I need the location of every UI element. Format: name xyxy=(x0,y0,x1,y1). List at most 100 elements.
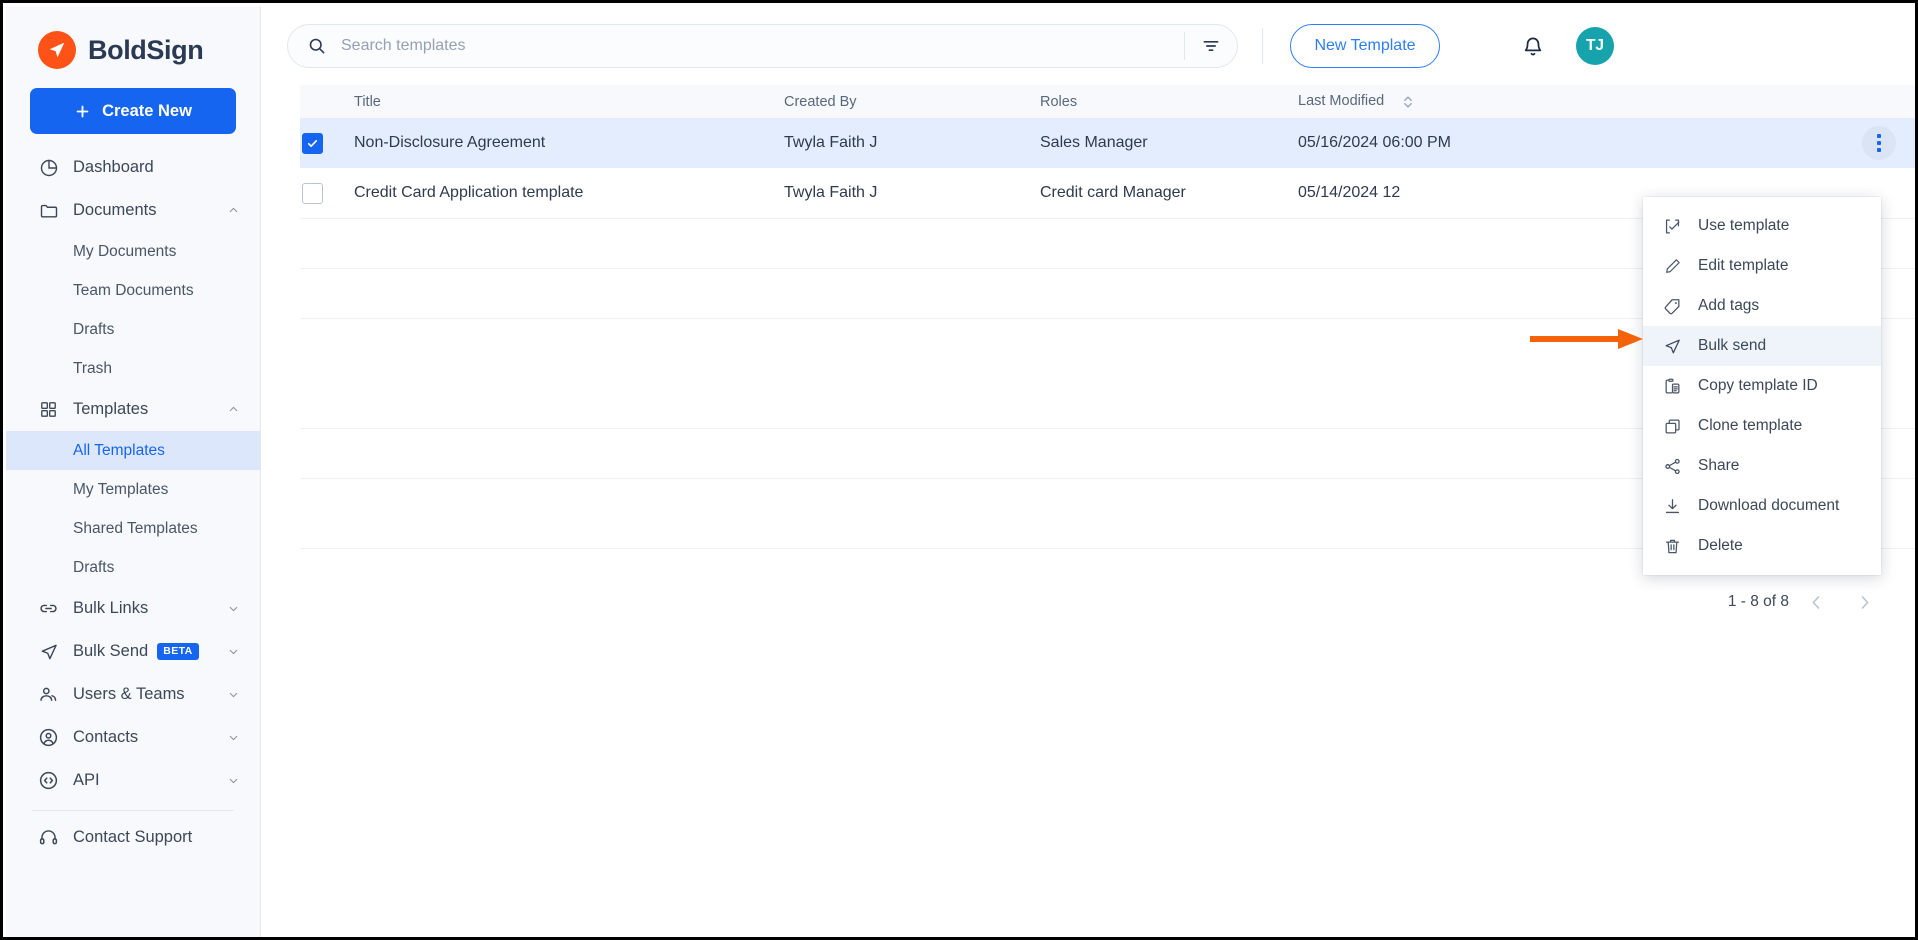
search-input[interactable] xyxy=(341,36,1184,55)
sidebar-item-my-templates[interactable]: My Templates xyxy=(6,470,260,509)
dot xyxy=(1877,141,1881,145)
menu-item-copy-template-id[interactable]: Copy template ID xyxy=(1643,366,1881,406)
cell-title: Credit Card Application template xyxy=(354,184,584,201)
annotation-arrow xyxy=(1530,329,1643,349)
sidebar-item-label: Users & Teams xyxy=(73,685,185,703)
tag-icon xyxy=(1662,296,1683,317)
sidebar-item-label: Bulk Send xyxy=(73,642,149,660)
menu-item-label: Add tags xyxy=(1698,297,1760,314)
pencil-icon xyxy=(1662,256,1683,277)
chevron-down-icon xyxy=(226,688,240,702)
menu-item-bulk-send[interactable]: Bulk send xyxy=(1643,326,1881,366)
pagination-range: 1 - 8 of 8 xyxy=(1727,593,1789,610)
cell-created-by: Twyla Faith J xyxy=(784,184,878,201)
menu-item-clone-template[interactable]: Clone template xyxy=(1643,406,1881,446)
row-checkbox[interactable] xyxy=(302,132,323,154)
menu-item-label: Share xyxy=(1698,457,1740,474)
sidebar-item-documents[interactable]: Documents xyxy=(6,189,260,232)
avatar-initials: TJ xyxy=(1585,36,1605,54)
sidebar-item-label: Templates xyxy=(73,400,149,418)
chevron-down-icon xyxy=(226,731,240,745)
search-icon xyxy=(306,35,328,57)
sidebar-nav: Dashboard Documents My Documents Team Do… xyxy=(6,146,260,937)
app-window: BoldSign Create New Dashboard Documents … xyxy=(0,0,1918,940)
menu-item-use-template[interactable]: Use template xyxy=(1643,206,1881,246)
sidebar-item-templates-drafts[interactable]: Drafts xyxy=(6,548,260,587)
chevron-down-icon xyxy=(226,645,240,659)
sidebar-item-label: Bulk Links xyxy=(73,599,149,617)
dot xyxy=(1877,134,1881,138)
filter-icon[interactable] xyxy=(1185,25,1237,67)
sidebar-item-users-teams[interactable]: Users & Teams xyxy=(6,673,260,716)
sidebar-item-documents-drafts[interactable]: Drafts xyxy=(6,310,260,349)
chevron-up-icon xyxy=(226,204,240,218)
folder-icon xyxy=(37,199,60,222)
sidebar-sub-label: Drafts xyxy=(73,558,115,576)
sort-toggle-icon[interactable] xyxy=(1402,94,1414,110)
column-header-roles[interactable]: Roles xyxy=(1040,94,1298,110)
column-header-last-modified[interactable]: Last Modified xyxy=(1298,93,1915,110)
chevron-up-icon xyxy=(226,403,240,417)
sidebar-item-label: Contact Support xyxy=(73,827,193,846)
column-header-title[interactable]: Title xyxy=(354,94,784,110)
new-template-label: New Template xyxy=(1314,36,1416,54)
copy-icon xyxy=(1662,416,1683,437)
avatar[interactable]: TJ xyxy=(1576,26,1614,65)
cell-roles: Credit card Manager xyxy=(1040,184,1186,201)
sidebar-item-label: API xyxy=(73,771,100,789)
column-header-last-modified-label: Last Modified xyxy=(1298,93,1385,110)
link-icon xyxy=(37,597,60,620)
brand-logo[interactable]: BoldSign xyxy=(6,6,260,72)
sidebar-item-bulk-send[interactable]: Bulk Send BETA xyxy=(6,630,260,673)
create-new-label: Create New xyxy=(102,101,192,120)
cell-created-by: Twyla Faith J xyxy=(784,134,878,151)
plus-icon xyxy=(76,105,89,117)
sidebar-item-dashboard[interactable]: Dashboard xyxy=(6,146,260,189)
brand-name: BoldSign xyxy=(88,34,204,65)
chevron-right-icon[interactable] xyxy=(1843,581,1885,623)
menu-item-add-tags[interactable]: Add tags xyxy=(1643,286,1881,326)
menu-item-label: Use template xyxy=(1698,217,1790,234)
new-template-button[interactable]: New Template xyxy=(1290,23,1440,68)
sidebar-sub-label: My Templates xyxy=(73,480,169,498)
send-icon xyxy=(1662,336,1683,357)
menu-item-download-document[interactable]: Download document xyxy=(1643,486,1881,526)
row-checkbox[interactable] xyxy=(302,182,323,204)
send-icon xyxy=(37,640,60,663)
sidebar-item-contact-support[interactable]: Contact Support xyxy=(6,811,260,863)
row-actions-menu-button[interactable] xyxy=(1862,126,1896,160)
sidebar-sub-label: Trash xyxy=(73,359,113,377)
grid-icon xyxy=(37,398,60,421)
sidebar-item-trash[interactable]: Trash xyxy=(6,349,260,388)
headset-icon xyxy=(37,826,60,849)
sidebar-item-team-documents[interactable]: Team Documents xyxy=(6,271,260,310)
sidebar-sub-label: All Templates xyxy=(73,441,165,459)
users-icon xyxy=(37,683,60,706)
sidebar: BoldSign Create New Dashboard Documents … xyxy=(6,6,261,937)
sidebar-item-api[interactable]: API xyxy=(6,759,260,802)
bell-icon[interactable] xyxy=(1516,29,1550,63)
menu-item-delete[interactable]: Delete xyxy=(1643,526,1881,566)
sidebar-item-label: Documents xyxy=(73,201,157,219)
sidebar-item-contacts[interactable]: Contacts xyxy=(6,716,260,759)
create-new-button[interactable]: Create New xyxy=(30,88,236,134)
menu-item-edit-template[interactable]: Edit template xyxy=(1643,246,1881,286)
chevron-down-icon xyxy=(226,774,240,788)
sidebar-item-bulk-links[interactable]: Bulk Links xyxy=(6,587,260,630)
menu-item-label: Copy template ID xyxy=(1698,377,1818,394)
sidebar-item-my-documents[interactable]: My Documents xyxy=(6,232,260,271)
sidebar-item-all-templates[interactable]: All Templates xyxy=(6,431,260,470)
clipboard-copy-icon xyxy=(1662,376,1683,397)
table-row[interactable]: Non-Disclosure Agreement Twyla Faith J S… xyxy=(300,118,1915,168)
menu-item-share[interactable]: Share xyxy=(1643,446,1881,486)
search-bar xyxy=(287,23,1238,68)
menu-item-label: Download document xyxy=(1698,497,1840,514)
checked-square-bracket-icon xyxy=(1662,216,1683,237)
column-header-created-by[interactable]: Created By xyxy=(784,94,1040,110)
sidebar-item-templates[interactable]: Templates xyxy=(6,388,260,431)
sidebar-item-label: Dashboard xyxy=(73,158,154,176)
table-header-row: Title Created By Roles Last Modified xyxy=(300,85,1915,118)
sidebar-item-shared-templates[interactable]: Shared Templates xyxy=(6,509,260,548)
chevron-left-icon[interactable] xyxy=(1795,581,1837,623)
cell-roles: Sales Manager xyxy=(1040,134,1148,151)
